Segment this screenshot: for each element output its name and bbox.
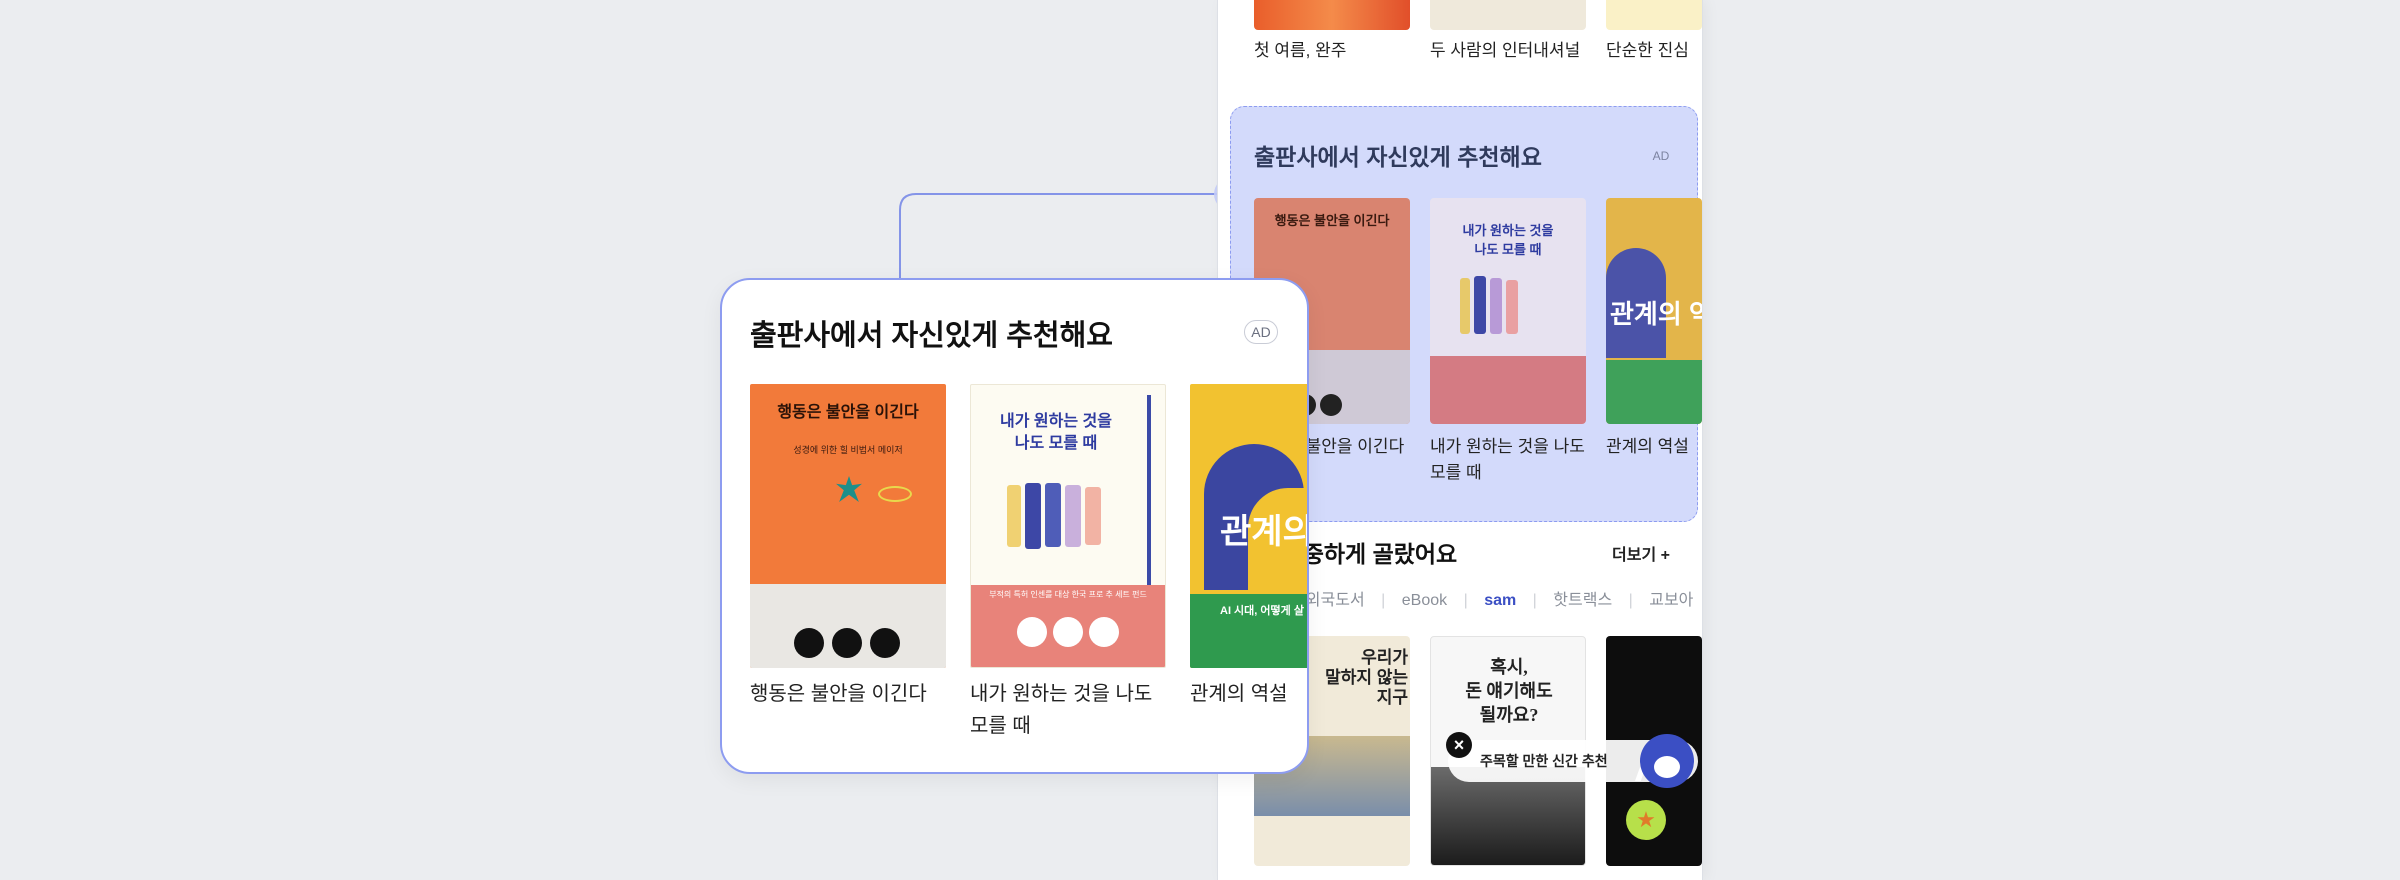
cover-title: 관계의 역설 — [1610, 299, 1702, 329]
book-cover[interactable]: 내가 원하는 것을 나도 모를 때 부적의 특허 인센를 대상 한국 프로 추 … — [970, 384, 1166, 668]
book-caption[interactable]: 행동은 불안을 이긴다 — [750, 678, 927, 710]
book-caption[interactable]: 내가 원하는 것을 나도 모를 때 — [1430, 434, 1586, 486]
paint-stroke — [1045, 483, 1061, 547]
ad-badge: AD — [1652, 149, 1670, 163]
book-cover[interactable] — [1606, 0, 1702, 30]
spine-line — [1147, 395, 1151, 585]
cover-band: AI 시대, 어떻게 살 것인가 — [1190, 594, 1307, 668]
paint-stroke — [1506, 280, 1518, 334]
paint-stroke — [1065, 485, 1081, 547]
star-icon[interactable]: ★ — [1626, 800, 1666, 840]
award-badge — [1017, 617, 1047, 647]
paint-stroke — [1025, 483, 1041, 549]
book-cover[interactable] — [1254, 0, 1410, 30]
tab-item[interactable]: 교보아 — [1649, 592, 1693, 609]
book-caption[interactable]: 첫 여름, 완주 — [1254, 38, 1346, 64]
zoom-callout-card: 출판사에서 자신있게 추천해요 AD 행동은 불안을 이긴다 성경에 위한 힐 … — [720, 278, 1309, 774]
award-badge — [870, 628, 900, 658]
book-cover[interactable]: 내가 원하는 것을 나도 모를 때 — [1430, 198, 1586, 424]
book-cover[interactable]: 관계의 역설 AI 시대, 어떻게 살 것인가 — [1190, 384, 1309, 668]
cover-title: 행동은 불안을 이긴다 — [777, 404, 919, 421]
cover-band — [1606, 360, 1702, 424]
ad-badge: AD — [1244, 320, 1278, 344]
category-tabs: 서 | 외국도서 | eBook | sam | 핫트랙스 | 교보아 — [1254, 586, 1693, 610]
award-badge — [1320, 394, 1342, 416]
more-button[interactable]: 더보기 + — [1612, 541, 1670, 565]
cover-subtitle: AI 시대, 어떻게 살 것인가 — [1220, 605, 1307, 617]
callout-title: 출판사에서 자신있게 추천해요 — [750, 320, 1113, 352]
paint-stroke — [1474, 276, 1486, 334]
cover-title: 내가 원하는 것을 나도 모를 때 — [1462, 223, 1554, 257]
book-cover[interactable]: 관계의 역설 — [1606, 198, 1702, 424]
tab-item[interactable]: eBook — [1402, 592, 1447, 609]
cover-title: 혹시, 돈 얘기해도 될까요? — [1465, 657, 1553, 725]
cover-title: 관계의 역설 — [1220, 513, 1309, 551]
award-badge — [832, 628, 862, 658]
tab-item-active[interactable]: sam — [1484, 592, 1516, 609]
award-badge — [1053, 617, 1083, 647]
cover-subtitle: 성경에 위한 힐 비법서 메이저 — [793, 445, 903, 455]
badge-label: 주목할 만한 신간 추천 — [1480, 753, 1608, 769]
cover-band — [1430, 356, 1586, 424]
cover-title: 행동은 불안을 이긴다 — [1274, 213, 1390, 228]
mascot-icon — [1640, 734, 1694, 788]
book-caption[interactable]: 내가 원하는 것을 나도 모를 때 — [970, 678, 1170, 742]
award-badge — [1089, 617, 1119, 647]
cover-title: 우리가 말하지 않는 지구 — [1325, 648, 1408, 707]
paint-stroke — [1085, 487, 1101, 545]
cover-art — [836, 476, 862, 502]
tab-item[interactable]: 외국도서 — [1306, 592, 1365, 609]
cover-band: 부적의 특허 인센를 대상 한국 프로 추 세트 펀드 — [971, 585, 1165, 667]
award-badge — [794, 628, 824, 658]
floating-recommendation[interactable]: × 주목할 만한 신간 추천 — [1446, 732, 1698, 790]
tab-item[interactable]: 핫트랙스 — [1553, 592, 1612, 609]
paint-stroke — [1490, 278, 1502, 334]
cover-art — [878, 486, 912, 502]
book-cover[interactable]: 행동은 불안을 이긴다 성경에 위한 힐 비법서 메이저 — [750, 384, 946, 668]
book-cover[interactable] — [1430, 0, 1586, 30]
section-title: 출판사에서 자신있게 추천해요 — [1254, 144, 1542, 170]
book-caption[interactable]: 관계의 역설 — [1606, 434, 1689, 460]
book-caption[interactable]: 두 사람의 인터내셔널 — [1430, 38, 1580, 64]
book-caption[interactable]: 단순한 진심 — [1606, 38, 1689, 64]
cover-subtitle: 부적의 특허 인센를 대상 한국 프로 추 세트 펀드 — [989, 590, 1147, 599]
cover-title: 내가 원하는 것을 나도 모를 때 — [1000, 413, 1112, 452]
paint-stroke — [1007, 485, 1021, 547]
book-caption[interactable]: 관계의 역설 — [1190, 678, 1288, 710]
paint-stroke — [1460, 278, 1470, 334]
close-icon[interactable]: × — [1446, 732, 1472, 758]
